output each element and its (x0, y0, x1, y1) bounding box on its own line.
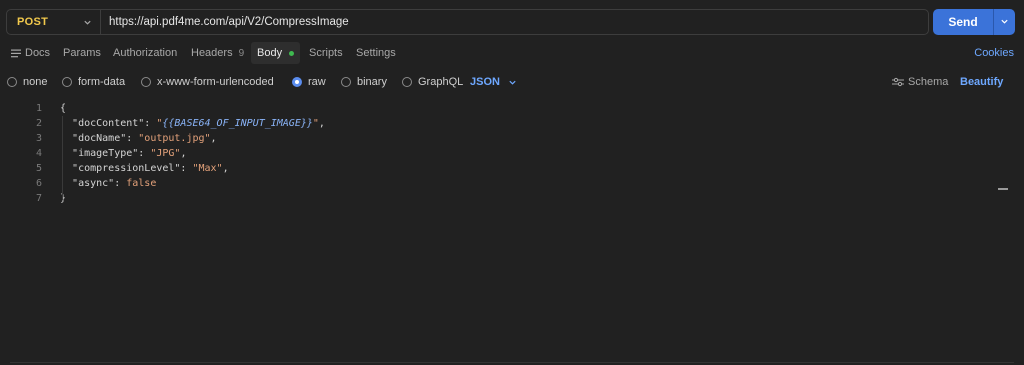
code-line: 4 "imageType": "JPG", (0, 146, 990, 161)
option-label: raw (308, 76, 326, 88)
radio-icon (402, 77, 412, 87)
tab-label: Params (63, 47, 101, 59)
line-number: 5 (35, 163, 42, 174)
json-boolean: false (126, 178, 157, 189)
code-text: "docName": "output.jpg", (72, 133, 217, 144)
line-number: 7 (35, 193, 42, 204)
send-button-group: Send (933, 9, 1015, 35)
json-string: "JPG" (150, 148, 181, 159)
code-line: 6 "async": false (0, 176, 990, 191)
tab-authorization[interactable]: Authorization (113, 42, 177, 64)
line-number: 6 (35, 178, 42, 189)
beautify-button[interactable]: Beautify (960, 72, 1003, 92)
tab-params[interactable]: Params (63, 42, 101, 64)
indent-guide (62, 116, 63, 200)
tab-docs[interactable]: Docs (11, 42, 50, 64)
body-active-dot (289, 50, 295, 56)
line-number: 1 (35, 103, 42, 114)
radio-icon (62, 77, 72, 87)
body-type-none[interactable]: none (7, 72, 47, 92)
json-key: "docName" (72, 133, 127, 144)
json-string: "Max" (192, 163, 223, 174)
tab-scripts[interactable]: Scripts (309, 42, 343, 64)
sliders-icon (892, 77, 904, 87)
request-bar: POST (6, 9, 929, 35)
body-type-raw[interactable]: raw (292, 72, 326, 92)
json-key: "imageType" (72, 148, 139, 159)
option-label: binary (357, 76, 387, 88)
option-label: x-www-form-urlencoded (157, 76, 274, 88)
code-text: { (60, 101, 66, 116)
radio-icon (141, 77, 151, 87)
json-variable: {{BASE64_OF_INPUT_IMAGE}} (162, 118, 313, 129)
schema-label: Schema (908, 76, 949, 88)
format-label: JSON (470, 76, 500, 88)
tab-headers[interactable]: Headers 9 (191, 42, 244, 64)
json-key: "async" (72, 178, 115, 189)
radio-icon (7, 77, 17, 87)
chevron-down-icon (1000, 13, 1009, 31)
format-select[interactable]: JSON (470, 72, 517, 92)
option-label: none (23, 76, 48, 88)
headers-count-badge: 9 (238, 47, 245, 59)
tab-label: Settings (356, 47, 396, 59)
tab-label: Docs (25, 47, 51, 59)
option-label: form-data (78, 76, 126, 88)
send-button[interactable]: Send (933, 9, 993, 35)
radio-checked-icon (292, 77, 302, 87)
body-type-urlencoded[interactable]: x-www-form-urlencoded (141, 72, 274, 92)
scrollbar-thumb[interactable] (998, 188, 1008, 190)
tab-label: Body (257, 47, 283, 59)
url-input[interactable] (101, 10, 928, 34)
code-line: 1 { (0, 101, 990, 116)
option-label: GraphQL (418, 76, 464, 88)
brace: } (60, 193, 67, 204)
body-type-options: none form-data x-www-form-urlencoded raw… (0, 72, 1024, 92)
code-line: 7 } (0, 191, 990, 206)
code-text: "compressionLevel": "Max", (72, 163, 229, 174)
json-key: "compressionLevel" (72, 163, 181, 174)
body-type-binary[interactable]: binary (341, 72, 387, 92)
line-number: 4 (35, 148, 42, 159)
chevron-down-icon (82, 17, 92, 27)
code-line: 5 "compressionLevel": "Max", (0, 161, 990, 176)
json-key: "docContent" (72, 118, 145, 129)
tab-label: Headers (191, 47, 233, 59)
body-type-graphql[interactable]: GraphQL (402, 72, 463, 92)
radio-icon (341, 77, 351, 87)
code-editor[interactable]: 1 { 2 "docContent": "{{BASE64_OF_INPUT_I… (0, 98, 1024, 365)
brace: { (60, 103, 67, 114)
tab-body[interactable]: Body (251, 42, 301, 64)
schema-button[interactable]: Schema (892, 72, 948, 92)
tab-label: Authorization (113, 47, 178, 59)
line-number: 3 (35, 133, 42, 144)
request-tabs: Docs Params Authorization Headers 9 Body… (0, 42, 1024, 64)
tab-label: Scripts (309, 47, 343, 59)
method-label: POST (17, 16, 49, 28)
code-line: 2 "docContent": "{{BASE64_OF_INPUT_IMAGE… (0, 116, 990, 131)
code-text: "docContent": "{{BASE64_OF_INPUT_IMAGE}}… (72, 118, 325, 129)
line-number: 2 (35, 118, 42, 129)
tab-settings[interactable]: Settings (356, 42, 396, 64)
code-text: "imageType": "JPG", (72, 148, 187, 159)
body-type-form-data[interactable]: form-data (62, 72, 125, 92)
request-editor: POST Send Docs Params Authorization (0, 0, 1024, 365)
chevron-down-icon (508, 78, 517, 87)
method-select[interactable]: POST (7, 10, 101, 34)
code-text: } (60, 191, 66, 206)
json-string: "output.jpg" (138, 133, 211, 144)
cookies-link[interactable]: Cookies (974, 42, 1014, 64)
code-text: "async": false (72, 178, 157, 189)
divider (10, 362, 1014, 363)
send-options-button[interactable] (993, 9, 1015, 35)
docs-icon (11, 49, 21, 58)
code-line: 3 "docName": "output.jpg", (0, 131, 990, 146)
